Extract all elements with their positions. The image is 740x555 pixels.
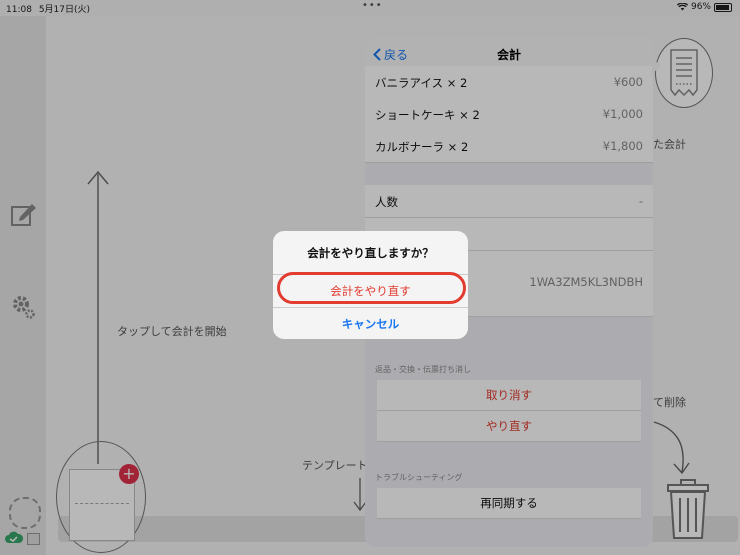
cancel-button[interactable]: キャンセル — [273, 307, 468, 340]
highlight-ring — [277, 272, 466, 304]
alert-title: 会計をやり直しますか？ — [307, 246, 434, 260]
